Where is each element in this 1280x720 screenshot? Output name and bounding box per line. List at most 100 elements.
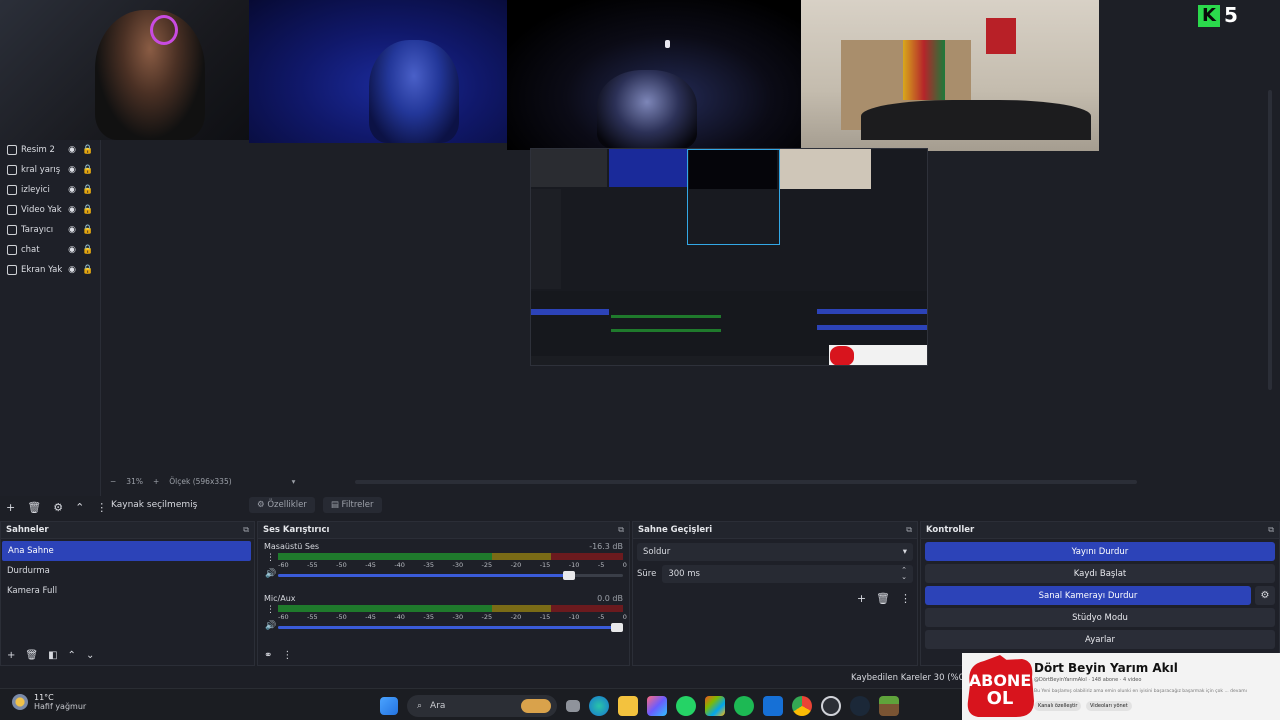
chevron-up-icon[interactable]: ⌃ [68,650,76,661]
meter-tick: -10 [568,613,580,621]
whatsapp-icon[interactable] [676,696,696,716]
dock-popout-icon[interactable]: ⧉ [243,525,249,535]
lock-icon[interactable]: 🔒 [82,245,94,255]
stop-virtual-camera-button[interactable]: Sanal Kamerayı Durdur [925,586,1251,605]
more-icon[interactable]: ⋮ [266,605,275,615]
more-icon[interactable]: ⋮ [266,553,275,563]
minecraft-icon[interactable] [879,696,899,716]
link-icon[interactable]: ⚭ [264,650,272,661]
manage-videos-button[interactable]: Videoları yönet [1086,701,1132,711]
lock-icon[interactable]: 🔒 [82,205,94,215]
meter-tick: -50 [336,613,347,621]
eye-icon[interactable]: ◉ [66,205,78,215]
preview-canvas[interactable] [530,148,928,366]
eye-icon[interactable]: ◉ [66,225,78,235]
scene-item[interactable]: Ana Sahne [2,541,251,561]
channel-db: -16.3 dB [589,542,623,551]
zoom-out-icon[interactable]: − [110,477,116,486]
lock-icon[interactable]: 🔒 [82,185,94,195]
stop-stream-button[interactable]: Yayını Durdur [925,542,1275,561]
source-item[interactable]: Resim 2 ◉ 🔒 [0,140,100,160]
store-icon[interactable] [705,696,725,716]
task-view-icon[interactable] [566,700,580,712]
chevron-down-icon[interactable]: ▾ [292,477,296,486]
studio-mode-button[interactable]: Stüdyo Modu [925,608,1275,627]
customize-channel-button[interactable]: Kanalı özelleştir [1034,701,1082,711]
eye-icon[interactable]: ◉ [66,245,78,255]
dock-popout-icon[interactable]: ⧉ [906,525,912,535]
edge-icon[interactable] [589,696,609,716]
chevron-up-icon[interactable]: ⌃ [75,501,84,514]
monitor-icon [7,265,17,275]
meter-tick: -5 [597,561,605,569]
file-explorer-icon[interactable] [618,696,638,716]
stepper-icon[interactable]: ⌃ ⌄ [901,567,907,581]
speaker-icon[interactable]: 🔊 [265,621,276,631]
dock-popout-icon[interactable]: ⧉ [618,525,624,535]
windows-start-icon[interactable] [380,697,398,715]
volume-slider[interactable] [278,571,623,580]
mixer-channel: Masaüstü Ses -16.3 dB ⋮ -60 -55 -50 -45 -40 -35-… [258,539,629,591]
duration-label: Süre [637,569,657,579]
meter-tick: -15 [539,613,551,621]
properties-button[interactable]: ⚙ Özellikler [249,497,315,513]
chrome-icon[interactable] [792,696,812,716]
scene-item[interactable]: Kamera Full [1,581,254,601]
lock-icon[interactable]: 🔒 [82,145,94,155]
trash-icon[interactable]: 🗑 [25,650,38,661]
meter-tick: 0 [622,613,627,621]
meter-tick: -15 [539,561,551,569]
obs-icon[interactable] [821,696,841,716]
zoom-in-icon[interactable]: + [153,477,159,486]
spotify-icon[interactable] [734,696,754,716]
gear-icon[interactable]: ⚙ [1255,586,1275,605]
dock-popout-icon[interactable]: ⧉ [1268,525,1274,535]
eye-icon[interactable]: ◉ [66,185,78,195]
eye-icon[interactable]: ◉ [66,165,78,175]
volume-meter [278,605,624,612]
outlook-icon[interactable] [763,696,783,716]
image-icon [7,145,17,155]
filters-button[interactable]: ▤ Filtreler [322,497,382,513]
add-transition-icon[interactable]: + [857,592,866,605]
more-icon[interactable]: ⋮ [900,592,911,605]
volume-slider[interactable] [278,623,623,632]
source-item[interactable]: chat ◉ 🔒 [0,240,100,260]
steam-icon[interactable] [850,696,870,716]
scene-item[interactable]: Durdurma [1,561,254,581]
start-recording-button[interactable]: Kaydı Başlat [925,564,1275,583]
source-item[interactable]: kral yarış ◉ 🔒 [0,160,100,180]
taskbar-search[interactable]: ⌕ Ara [407,695,557,717]
trash-icon[interactable]: 🗑 [27,501,41,514]
source-item[interactable]: Video Yak ◉ 🔒 [0,200,100,220]
copilot-icon[interactable] [647,696,667,716]
controls-title: Kontroller [926,525,975,535]
source-item[interactable]: Tarayıcı ◉ 🔒 [0,220,100,240]
source-item[interactable]: Ekran Yak ◉ 🔒 [0,260,100,280]
eye-icon[interactable]: ◉ [66,265,78,275]
meter-tick: -35 [423,561,435,569]
eye-icon[interactable]: ◉ [66,145,78,155]
volume-meter [278,553,624,560]
transition-select[interactable]: Soldur ▾ [637,543,913,561]
search-icon: ⌕ [417,701,423,711]
weather-icon [12,694,28,710]
lock-icon[interactable]: 🔒 [82,225,94,235]
gear-icon[interactable]: ⚙ [53,501,63,514]
filter-icon[interactable]: ◧ [48,650,57,661]
more-icon[interactable]: ⋮ [282,650,292,661]
add-scene-icon[interactable]: + [7,650,15,661]
media-icon [7,165,17,175]
trash-icon[interactable]: 🗑 [876,592,890,605]
vertical-scrollbar[interactable] [1268,90,1272,390]
lock-icon[interactable]: 🔒 [82,265,94,275]
lock-icon[interactable]: 🔒 [82,165,94,175]
source-item[interactable]: izleyici ◉ 🔒 [0,180,100,200]
chevron-down-icon[interactable]: ⌄ [86,650,94,661]
source-name: Ekran Yak [21,265,62,275]
add-source-icon[interactable]: + [6,501,15,514]
weather-widget[interactable]: 11°C Hafif yağmur [12,693,86,711]
duration-field[interactable]: 300 ms ⌃ ⌄ [662,565,913,583]
settings-button[interactable]: Ayarlar [925,630,1275,649]
speaker-icon[interactable]: 🔊 [265,569,276,579]
